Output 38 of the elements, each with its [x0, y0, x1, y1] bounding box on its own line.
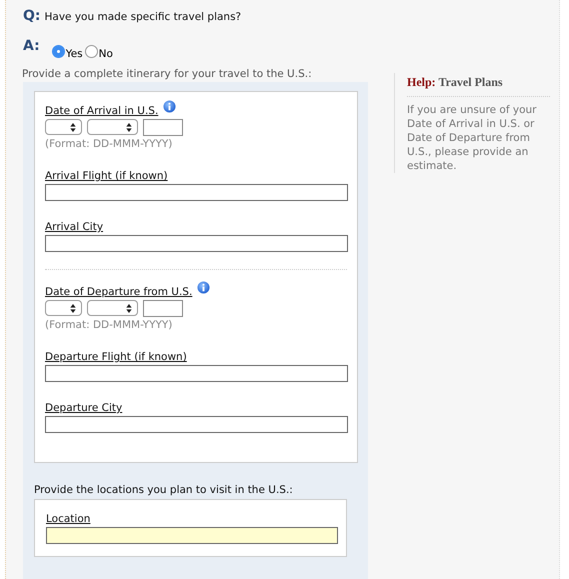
input-field[interactable]	[45, 365, 348, 382]
spinner-arrows-icon	[126, 304, 132, 312]
help-title: Travel Plans	[438, 75, 503, 89]
radio-label[interactable]: Yes	[66, 48, 83, 60]
radio-label[interactable]: No	[98, 48, 113, 60]
month-select[interactable]	[87, 300, 138, 316]
radio-button[interactable]	[52, 45, 65, 58]
question-label: Q:	[23, 8, 40, 24]
info-icon[interactable]	[163, 100, 176, 113]
help-label: Help:	[407, 75, 436, 89]
month-select[interactable]	[87, 119, 138, 135]
day-select[interactable]	[45, 119, 82, 135]
spinner-arrows-icon	[126, 122, 132, 132]
input-field[interactable]	[45, 416, 348, 433]
input-field[interactable]	[45, 184, 348, 201]
year-input[interactable]	[143, 300, 183, 317]
question-text: Have you made specific travel plans?	[44, 11, 242, 23]
spinner-arrows-icon	[70, 122, 76, 132]
spinner-arrows-icon	[70, 304, 76, 312]
section-heading: Provide the locations you plan to visit in the U.S.:	[34, 484, 294, 496]
location-field[interactable]	[46, 527, 338, 544]
info-icon[interactable]	[197, 281, 210, 294]
answer-label: A:	[23, 38, 40, 54]
field-label: Departure Flight (if known)	[45, 351, 188, 364]
day-select[interactable]	[45, 300, 82, 316]
field-label: Location	[46, 513, 92, 526]
radio-button[interactable]	[84, 45, 98, 58]
input-field[interactable]	[45, 235, 348, 252]
field-label: Arrival City	[45, 221, 104, 234]
field-label: Departure City	[45, 402, 124, 415]
field-label: Arrival Flight (if known)	[45, 170, 169, 183]
field-label: Date of Departure from U.S.	[45, 286, 192, 299]
section-heading: Provide a complete itinerary for your travel to the U.S.:	[22, 68, 313, 82]
format-hint: (Format: DD-MMM-YYYY)	[45, 138, 174, 150]
field-label: Date of Arrival in U.S.	[45, 105, 158, 118]
help-text: If you are unsure of your Date of Arrival in U.S. or Date of Departure from U.S., please provide an estimate.	[407, 103, 538, 173]
format-hint: (Format: DD-MMM-YYYY)	[45, 319, 174, 331]
year-input[interactable]	[143, 119, 183, 136]
